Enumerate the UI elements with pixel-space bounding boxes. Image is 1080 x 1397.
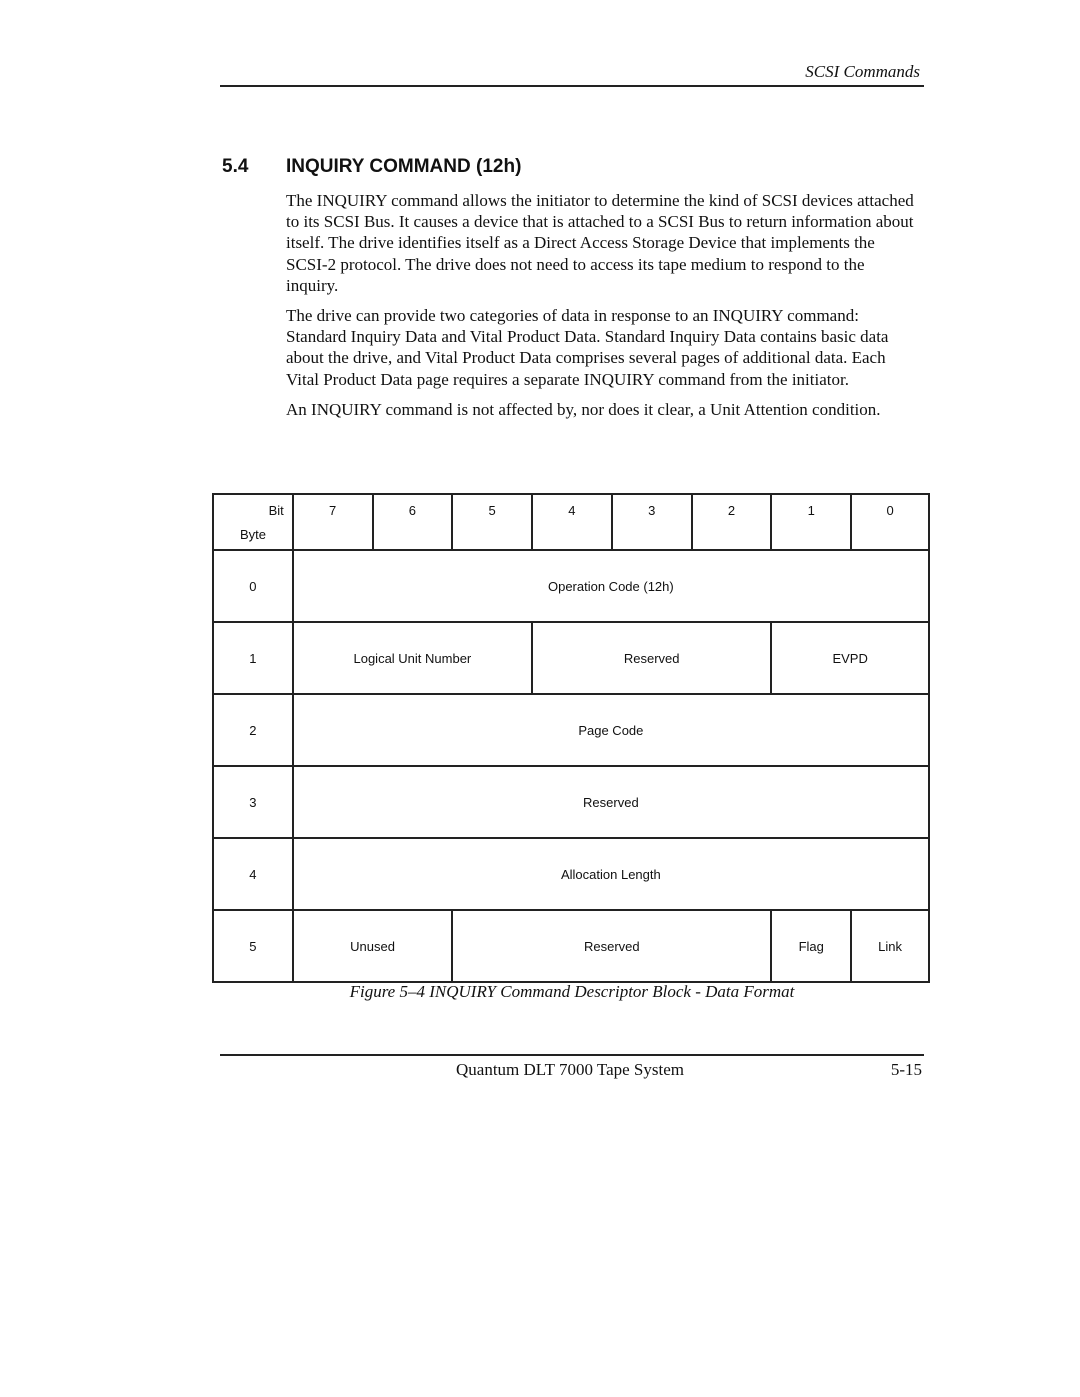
field-cell: Page Code bbox=[291, 693, 931, 767]
field-cell: Reserved bbox=[291, 765, 931, 839]
paragraph: The INQUIRY command allows the initiator… bbox=[286, 191, 914, 295]
byte-number-cell: 1 bbox=[212, 621, 294, 695]
field-cell: Unused bbox=[291, 909, 454, 983]
byte-number-cell: 3 bbox=[212, 765, 294, 839]
running-header: SCSI Commands bbox=[805, 62, 920, 81]
footer-title: Quantum DLT 7000 Tape System bbox=[456, 1060, 684, 1079]
byte-row: 2 Page Code bbox=[212, 693, 931, 767]
bit-header-cell: 6 bbox=[371, 493, 454, 551]
bit-header-cell: 3 bbox=[610, 493, 693, 551]
bit-header-cell: 0 bbox=[850, 493, 930, 551]
byte-row: 5 Unused Reserved Flag Link bbox=[212, 909, 930, 983]
bit-header-cell: 7 bbox=[291, 493, 374, 551]
bit-header-cell: 1 bbox=[770, 493, 853, 551]
byte-number-cell: 2 bbox=[212, 693, 294, 767]
byte-number-cell: 5 bbox=[212, 909, 294, 983]
paragraph: The drive can provide two categories of … bbox=[286, 306, 889, 389]
header-rule bbox=[220, 85, 924, 87]
page-number: 5-15 bbox=[890, 1060, 922, 1079]
byte-row: 4 Allocation Length bbox=[212, 837, 931, 911]
bit-header-cell: 2 bbox=[690, 493, 773, 551]
byte-label: Byte bbox=[240, 527, 267, 542]
cdb-table: Bit Byte 7 6 5 4 3 2 1 0 0 Operation Code… bbox=[212, 493, 931, 983]
field-cell: Logical Unit Number bbox=[291, 621, 534, 695]
field-cell: Operation Code (12h) bbox=[291, 549, 931, 623]
bit-header-cell: 4 bbox=[531, 493, 613, 551]
bit-byte-corner: Bit Byte bbox=[212, 493, 294, 551]
byte-row: 0 Operation Code (12h) bbox=[212, 549, 931, 623]
byte-row: 3 Reserved bbox=[212, 765, 931, 839]
section-heading: 5.4 INQUIRY COMMAND (12h) bbox=[222, 156, 521, 178]
bit-header-row: Bit Byte 7 6 5 4 3 2 1 0 bbox=[212, 493, 930, 551]
figure-caption: Figure 5–4 INQUIRY Command Descriptor Bl… bbox=[349, 982, 795, 1001]
field-cell: Allocation Length bbox=[291, 837, 931, 911]
field-cell: Flag bbox=[770, 909, 853, 983]
section-number: 5.4 bbox=[222, 156, 249, 177]
field-cell: Link bbox=[850, 909, 930, 983]
byte-number-cell: 4 bbox=[212, 837, 294, 911]
bit-label: Bit bbox=[268, 503, 284, 518]
field-cell: Reserved bbox=[451, 909, 773, 983]
field-cell: Reserved bbox=[531, 621, 773, 695]
field-cell: EVPD bbox=[770, 621, 930, 695]
section-title: INQUIRY COMMAND (12h) bbox=[286, 156, 522, 177]
body-text: The INQUIRY command allows the initiator… bbox=[286, 190, 916, 429]
byte-number-cell: 0 bbox=[212, 549, 294, 623]
bit-header-cell: 5 bbox=[451, 493, 534, 551]
byte-row: 1 Logical Unit Number Reserved EVPD bbox=[212, 621, 930, 695]
footer-rule bbox=[220, 1054, 924, 1056]
paragraph: An INQUIRY command is not affected by, n… bbox=[286, 399, 881, 419]
